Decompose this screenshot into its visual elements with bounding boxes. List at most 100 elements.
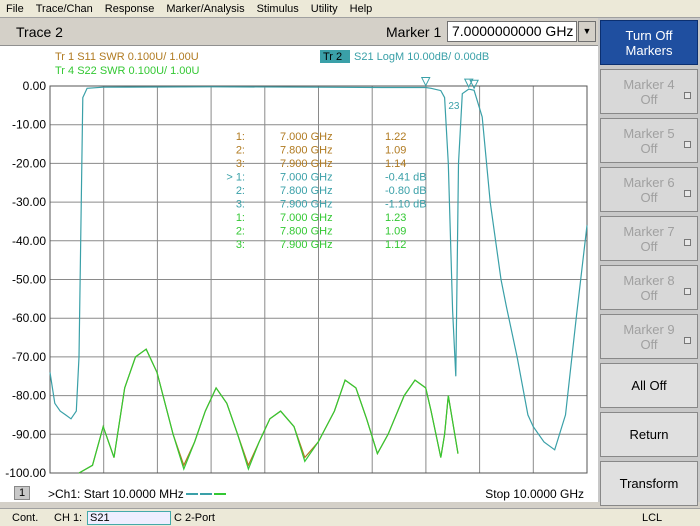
softkey-label: Turn Off xyxy=(625,27,673,43)
menu-item-file[interactable]: File xyxy=(6,3,24,15)
marker-readout-number: 1: xyxy=(236,131,245,143)
softkey-state-indicator xyxy=(684,337,691,344)
menu-item-help[interactable]: Help xyxy=(350,3,373,15)
y-tick-label: -60.00 xyxy=(12,311,46,325)
menu-item-marker-analysis[interactable]: Marker/Analysis xyxy=(166,3,244,15)
trace-line-swatches xyxy=(186,493,226,495)
local-indicator: LCL xyxy=(642,512,663,524)
softkey-label: Return xyxy=(629,427,669,442)
softkey-turn-off-markers[interactable]: Turn Off Markers xyxy=(600,20,698,65)
trace-plot[interactable]: 0.00 -10.00 -20.00 -30.00 -40.00 -50.00 -60.00… xyxy=(0,46,598,486)
marker-readout-number: 2: xyxy=(236,145,245,157)
marker-frequency-dropdown[interactable]: ▼ xyxy=(578,21,596,42)
marker-readout-value: 1.23 xyxy=(385,212,406,224)
entry-toolbar: Trace 2 Marker 1 7.0000000000 GHz ▼ xyxy=(0,18,598,46)
swatch-tr1 xyxy=(186,493,198,495)
softkey-sublabel: Off xyxy=(640,287,658,303)
marker-readout-frequency: 7.000 GHz xyxy=(280,172,333,184)
legend-tr1: Tr 1 S11 SWR 0.100U/ 1.00U xyxy=(55,51,199,63)
marker-readout-frequency: 7.900 GHz xyxy=(280,239,333,251)
softkey-label: Marker 8 xyxy=(623,272,675,288)
marker-readout-value: 1.09 xyxy=(385,145,406,157)
menu-item-trace-chan[interactable]: Trace/Chan xyxy=(36,3,93,15)
marker-frequency-input[interactable]: 7.0000000000 GHz xyxy=(447,21,577,42)
menu-item-response[interactable]: Response xyxy=(105,3,155,15)
menu-item-stimulus[interactable]: Stimulus xyxy=(257,3,299,15)
active-trace-title: Trace 2 xyxy=(16,24,63,40)
marker-readout-number: 2: xyxy=(236,185,245,197)
marker-readout-number: 3: xyxy=(236,239,245,251)
softkey-marker-7-off[interactable]: Marker 7 Off xyxy=(600,216,698,261)
calibration-state: C 2-Port xyxy=(174,512,215,524)
softkey-sublabel: Off xyxy=(640,140,658,156)
softkey-state-indicator xyxy=(684,92,691,99)
menu-item-utility[interactable]: Utility xyxy=(311,3,338,15)
softkey-label: Marker 5 xyxy=(623,125,675,141)
softkey-sublabel: Off xyxy=(640,91,658,107)
y-tick-label: -20.00 xyxy=(12,156,46,170)
softkey-marker-4-off[interactable]: Marker 4 Off xyxy=(600,69,698,114)
softkey-return[interactable]: Return xyxy=(600,412,698,457)
marker-flag-label: 23 xyxy=(448,101,460,112)
softkey-sublabel: Off xyxy=(640,189,658,205)
softkey-state-indicator xyxy=(684,239,691,246)
stop-frequency[interactable]: Stop 10.0000 GHz xyxy=(485,487,584,501)
marker-readout-value: -0.41 dB xyxy=(385,172,427,184)
softkey-marker-6-off[interactable]: Marker 6 Off xyxy=(600,167,698,212)
softkey-label: Transform xyxy=(619,476,679,491)
marker-readout-value: 1.14 xyxy=(385,158,406,170)
legend-tr4: Tr 4 S22 SWR 0.100U/ 1.00U xyxy=(55,65,200,77)
legend-tr2: S21 LogM 10.00dB/ 0.00dB xyxy=(354,51,489,63)
softkey-label: All Off xyxy=(631,378,667,393)
channel-number-badge[interactable]: 1 xyxy=(14,486,30,500)
plot-area[interactable]: 0.00 -10.00 -20.00 -30.00 -40.00 -50.00 -60.00… xyxy=(0,46,598,502)
softkey-marker-8-off[interactable]: Marker 8 Off xyxy=(600,265,698,310)
marker-readout-value: -1.10 dB xyxy=(385,199,427,211)
sweep-mode: Cont. xyxy=(12,512,39,524)
softkey-all-off[interactable]: All Off xyxy=(600,363,698,408)
marker-readout-number: > 1: xyxy=(226,172,245,184)
softkey-label: Marker 4 xyxy=(623,76,675,92)
trace-s22 xyxy=(78,348,459,474)
swatch-tr4 xyxy=(214,493,226,495)
softkey-transform[interactable]: Transform xyxy=(600,461,698,506)
marker-readout-value: 1.12 xyxy=(385,239,406,251)
softkey-state-indicator xyxy=(684,141,691,148)
marker-readout-frequency: 7.800 GHz xyxy=(280,185,333,197)
softkey-sublabel: Off xyxy=(640,238,658,254)
softkey-state-indicator xyxy=(684,288,691,295)
y-tick-label: 0.00 xyxy=(23,79,47,93)
softkey-state-indicator xyxy=(684,190,691,197)
marker-readout-number: 1: xyxy=(236,212,245,224)
marker-readout-number: 3: xyxy=(236,199,245,211)
y-tick-label: -30.00 xyxy=(12,195,46,209)
softkey-label: Marker 9 xyxy=(623,321,675,337)
plot-footer: 1 >Ch1: Start 10.0000 MHz Stop 10.0000 G… xyxy=(0,486,598,502)
marker-readout-value: 1.09 xyxy=(385,226,406,238)
active-parameter[interactable]: S21 xyxy=(87,511,171,525)
marker-readout-frequency: 7.900 GHz xyxy=(280,158,333,170)
marker-readout-number: 2: xyxy=(236,226,245,238)
marker-readout-frequency: 7.800 GHz xyxy=(280,145,333,157)
softkey-marker-5-off[interactable]: Marker 5 Off xyxy=(600,118,698,163)
swatch-tr2 xyxy=(200,493,212,495)
legend-tr2-tag: Tr 2 xyxy=(323,51,342,63)
y-tick-label: -40.00 xyxy=(12,234,46,248)
softkey-marker-9-off[interactable]: Marker 9 Off xyxy=(600,314,698,359)
y-tick-label: -90.00 xyxy=(12,427,46,441)
marker-readout-frequency: 7.000 GHz xyxy=(280,212,333,224)
status-bar: Cont. CH 1: S21 C 2-Port LCL xyxy=(0,508,700,526)
marker-label: Marker 1 xyxy=(386,24,442,40)
softkey-label: Marker 6 xyxy=(623,174,675,190)
marker-readout-frequency: 7.900 GHz xyxy=(280,199,333,211)
y-tick-label: -10.00 xyxy=(12,118,46,132)
marker-readout-frequency: 7.000 GHz xyxy=(280,131,333,143)
trace-s11 xyxy=(78,348,459,474)
y-tick-label: -80.00 xyxy=(12,389,46,403)
softkey-panel: Turn Off Markers Marker 4 Off Marker 5 Off Mar… xyxy=(598,18,700,506)
start-frequency[interactable]: >Ch1: Start 10.0000 MHz xyxy=(48,487,184,501)
y-tick-label: -50.00 xyxy=(12,273,46,287)
marker-1-flag xyxy=(420,77,431,87)
marker-readout-value: 1.22 xyxy=(385,131,406,143)
menu-bar: File Trace/Chan Response Marker/Analysis Sti… xyxy=(0,0,700,18)
